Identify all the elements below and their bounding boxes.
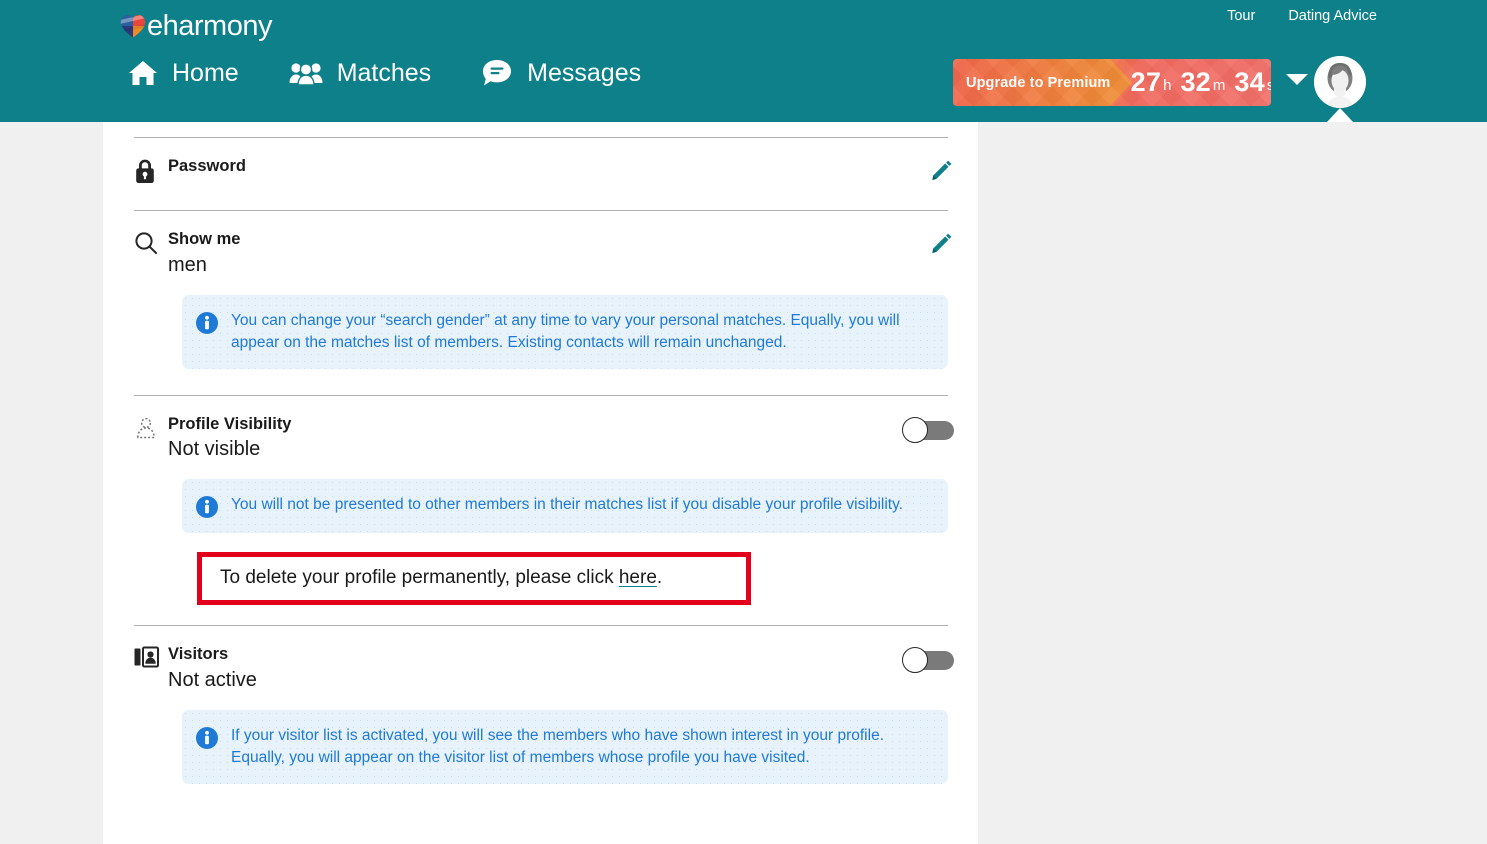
info-icon [196,496,218,519]
nav-item-home[interactable]: Home [128,59,239,87]
info-text-visitors: If your visitor list is activated, you w… [231,726,884,766]
delete-profile-link[interactable]: here [619,567,657,588]
setting-row-show-me: Show me men You can change your “search … [134,211,979,369]
info-icon [196,726,218,749]
spacer-after-profile-visibility [134,605,979,625]
setting-row-profile-visibility: Profile Visibility Not visible You will … [134,396,979,605]
toggle-visitors[interactable] [902,646,954,673]
timer-minutes: 32 [1180,67,1211,97]
setting-title-show-me: Show me [168,230,241,248]
delete-notice-text-before: To delete your profile permanently, plea… [220,567,619,589]
delete-notice-text-after: . [656,567,663,589]
setting-title-password: Password [168,157,246,175]
setting-value-show-me: men [168,253,207,276]
setting-title-visitors: Visitors [168,644,229,663]
setting-row-visitors: Visitors Not active If your visitor list… [134,626,979,784]
upgrade-label-area: Upgrade to Premium [953,59,1132,106]
home-icon [129,61,157,85]
chevron-down-icon[interactable] [1286,74,1308,85]
hidden-user-icon [137,417,155,438]
brand-name: eharmony [147,9,272,42]
toggle-knob [902,416,928,443]
settings-card: Password Show me men You can change your… [103,122,978,844]
spacer-after-show-me [134,369,979,395]
visitors-door-icon [134,646,159,668]
upgrade-label: Upgrade to Premium [966,74,1111,91]
info-text-profile-visibility: You will not be presented to other membe… [231,496,903,514]
setting-row-password: Password [134,138,979,184]
timer-hours-unit: h [1163,77,1172,94]
site-header: eharmony Tour Dating Advice Home Matches [0,0,1487,122]
toggle-profile-visibility[interactable] [902,416,954,443]
heart-logo-icon [120,15,146,38]
delete-profile-notice: To delete your profile permanently, plea… [197,552,751,605]
pencil-icon [932,160,952,181]
nav-label-messages: Messages [527,58,642,87]
info-box-show-me: You can change your “search gender” at a… [182,294,948,369]
upgrade-to-premium-button[interactable]: Upgrade to Premium 27 h 32 m 34 s [953,59,1271,106]
brand-logo-link[interactable]: eharmony [120,10,272,42]
edit-password-button[interactable] [930,158,954,182]
pencil-icon [932,233,952,254]
edit-show-me-button[interactable] [930,231,954,255]
nav-item-matches[interactable]: Matches [289,60,431,86]
countdown-timer: 27 h 32 m 34 s [1130,59,1271,106]
nav-label-matches: Matches [336,58,432,87]
info-box-visitors: If your visitor list is activated, you w… [182,709,948,784]
timer-seconds-unit: s [1266,77,1271,94]
info-text-show-me: You can change your “search gender” at a… [231,311,900,351]
dating-advice-link[interactable]: Dating Advice [1288,8,1377,24]
info-icon [196,311,218,334]
avatar-menu-pointer [1327,108,1353,122]
timer-seconds: 34 [1234,67,1265,97]
setting-value-profile-visibility: Not visible [168,438,261,461]
avatar[interactable] [1314,56,1366,108]
tour-link[interactable]: Tour [1227,8,1255,24]
setting-value-visitors: Not active [168,668,257,691]
user-avatar-icon [1314,56,1366,108]
card-top-spacer [134,122,979,137]
info-box-profile-visibility: You will not be presented to other membe… [182,479,948,534]
people-icon [289,63,323,86]
lock-icon [136,159,154,183]
top-links: Tour Dating Advice [1227,8,1377,24]
toggle-knob [902,646,928,673]
setting-title-profile-visibility: Profile Visibility [168,414,292,433]
search-icon [135,232,157,254]
nav-label-home: Home [172,58,239,87]
timer-hours: 27 [1130,67,1162,97]
nav-item-messages[interactable]: Messages [481,58,641,88]
timer-minutes-unit: m [1212,77,1226,94]
main-navigation: Home Matches Messages [128,58,641,88]
chat-bubble-icon [483,60,512,86]
spacer-after-password [134,184,979,210]
